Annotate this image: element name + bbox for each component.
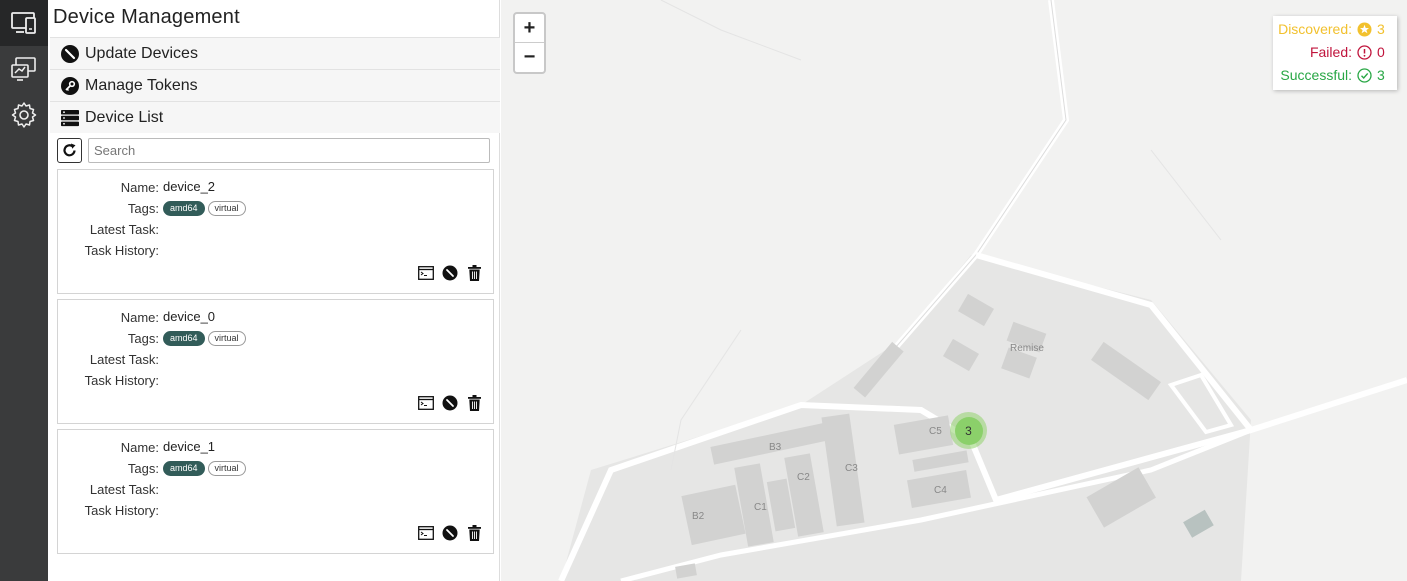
tag-badge[interactable]: virtual xyxy=(207,331,246,347)
device-map[interactable]: Remise B3 C5 C3 C2 C1 B2 C4 + − 3 Discov… xyxy=(501,0,1407,581)
delete-device-button[interactable] xyxy=(466,265,482,281)
update-icon xyxy=(442,525,458,541)
icon-rail xyxy=(0,0,48,581)
zoom-in-button[interactable]: + xyxy=(515,14,544,43)
map-base-layer xyxy=(558,0,1407,581)
gear-icon xyxy=(11,102,37,128)
check-circle-icon xyxy=(1357,67,1372,83)
device-card: Name: device_0 Tags: amd64 virtual Latest T… xyxy=(57,299,494,424)
tags-label: Tags: xyxy=(127,461,159,476)
latest-task-label: Latest Task: xyxy=(89,222,159,237)
terminal-button[interactable] xyxy=(418,395,434,411)
legend-discovered-count: 3 xyxy=(1377,21,1385,37)
terminal-icon xyxy=(418,526,434,540)
monitor-chart-icon xyxy=(11,57,36,81)
rail-item-devices[interactable] xyxy=(0,0,48,46)
zoom-control: + − xyxy=(513,12,546,74)
tag-badge[interactable]: virtual xyxy=(207,461,246,477)
map-label: B3 xyxy=(769,442,782,453)
update-device-button[interactable] xyxy=(442,265,458,281)
legend-discovered: Discovered: 3 xyxy=(1278,19,1387,39)
task-history-label: Task History: xyxy=(84,373,159,388)
device-tags: amd64 virtual xyxy=(163,330,249,347)
alert-circle-icon xyxy=(1357,44,1372,60)
zoom-out-button[interactable]: − xyxy=(515,43,544,72)
devices-icon xyxy=(11,12,36,34)
card-actions xyxy=(418,265,482,281)
latest-task-label: Latest Task: xyxy=(89,352,159,367)
status-legend: Discovered: 3 Failed: 0 Successful: 3 xyxy=(1273,16,1397,90)
device-tags: amd64 virtual xyxy=(163,200,249,217)
section-manage-tokens-label: Manage Tokens xyxy=(85,76,198,94)
map-label: C2 xyxy=(797,472,810,483)
task-history-label: Task History: xyxy=(84,243,159,258)
legend-failed: Failed: 0 xyxy=(1310,42,1387,62)
key-icon xyxy=(59,75,81,97)
card-actions xyxy=(418,525,482,541)
refresh-button[interactable] xyxy=(57,138,82,163)
device-card: Name: device_1 Tags: amd64 virtual Latest T… xyxy=(57,429,494,554)
name-label: Name: xyxy=(120,310,159,325)
legend-failed-label: Failed: xyxy=(1309,44,1352,60)
tag-badge[interactable]: amd64 xyxy=(163,201,205,217)
terminal-icon xyxy=(418,266,434,280)
refresh-icon xyxy=(63,143,76,157)
server-list-icon xyxy=(59,107,81,129)
update-icon xyxy=(442,265,458,281)
legend-successful-count: 3 xyxy=(1377,67,1385,83)
device-name: device_0 xyxy=(163,309,216,324)
update-device-button[interactable] xyxy=(442,525,458,541)
section-manage-tokens[interactable]: Manage Tokens xyxy=(50,69,500,101)
task-history-label: Task History: xyxy=(84,503,159,518)
map-label: C3 xyxy=(845,463,858,474)
device-name: device_1 xyxy=(163,439,216,454)
section-device-list[interactable]: Device List xyxy=(50,101,500,133)
tags-label: Tags: xyxy=(127,201,159,216)
card-actions xyxy=(418,395,482,411)
section-update-devices[interactable]: Update Devices xyxy=(50,37,500,69)
delete-device-button[interactable] xyxy=(466,525,482,541)
terminal-button[interactable] xyxy=(418,265,434,281)
map-label: B2 xyxy=(692,511,705,522)
map-label: C4 xyxy=(934,485,947,496)
map-label: Remise xyxy=(1010,343,1044,354)
device-tags: amd64 virtual xyxy=(163,460,249,477)
rail-item-remote[interactable] xyxy=(0,46,48,92)
trash-icon xyxy=(467,265,481,281)
legend-successful: Successful: 3 xyxy=(1280,65,1387,85)
map-label: C1 xyxy=(754,502,767,513)
legend-successful-label: Successful: xyxy=(1280,67,1352,83)
device-management-panel: Device Management Update Devices Manage … xyxy=(48,0,500,581)
trash-icon xyxy=(467,525,481,541)
name-label: Name: xyxy=(120,440,159,455)
device-name: device_2 xyxy=(163,179,216,194)
latest-task-label: Latest Task: xyxy=(89,482,159,497)
tags-label: Tags: xyxy=(127,331,159,346)
terminal-button[interactable] xyxy=(418,525,434,541)
rail-item-settings[interactable] xyxy=(0,92,48,138)
cluster-count: 3 xyxy=(954,416,983,445)
device-card: Name: device_2 Tags: amd64 virtual Latest T… xyxy=(57,169,494,294)
section-update-devices-label: Update Devices xyxy=(85,44,198,62)
update-icon xyxy=(59,43,81,65)
map-label: C5 xyxy=(929,426,942,437)
legend-failed-count: 0 xyxy=(1377,44,1385,60)
star-circle-icon xyxy=(1357,22,1372,36)
tag-badge[interactable]: virtual xyxy=(207,201,246,217)
tag-badge[interactable]: amd64 xyxy=(163,331,205,347)
page-title: Device Management xyxy=(53,6,240,28)
name-label: Name: xyxy=(120,180,159,195)
update-device-button[interactable] xyxy=(442,395,458,411)
terminal-icon xyxy=(418,396,434,410)
trash-icon xyxy=(467,395,481,411)
legend-discovered-label: Discovered: xyxy=(1278,21,1352,37)
device-cluster-marker[interactable]: 3 xyxy=(950,412,987,449)
search-input[interactable] xyxy=(88,138,490,163)
delete-device-button[interactable] xyxy=(466,395,482,411)
tag-badge[interactable]: amd64 xyxy=(163,461,205,477)
device-list-toolbar xyxy=(57,137,491,164)
section-device-list-label: Device List xyxy=(85,108,164,126)
update-icon xyxy=(442,395,458,411)
